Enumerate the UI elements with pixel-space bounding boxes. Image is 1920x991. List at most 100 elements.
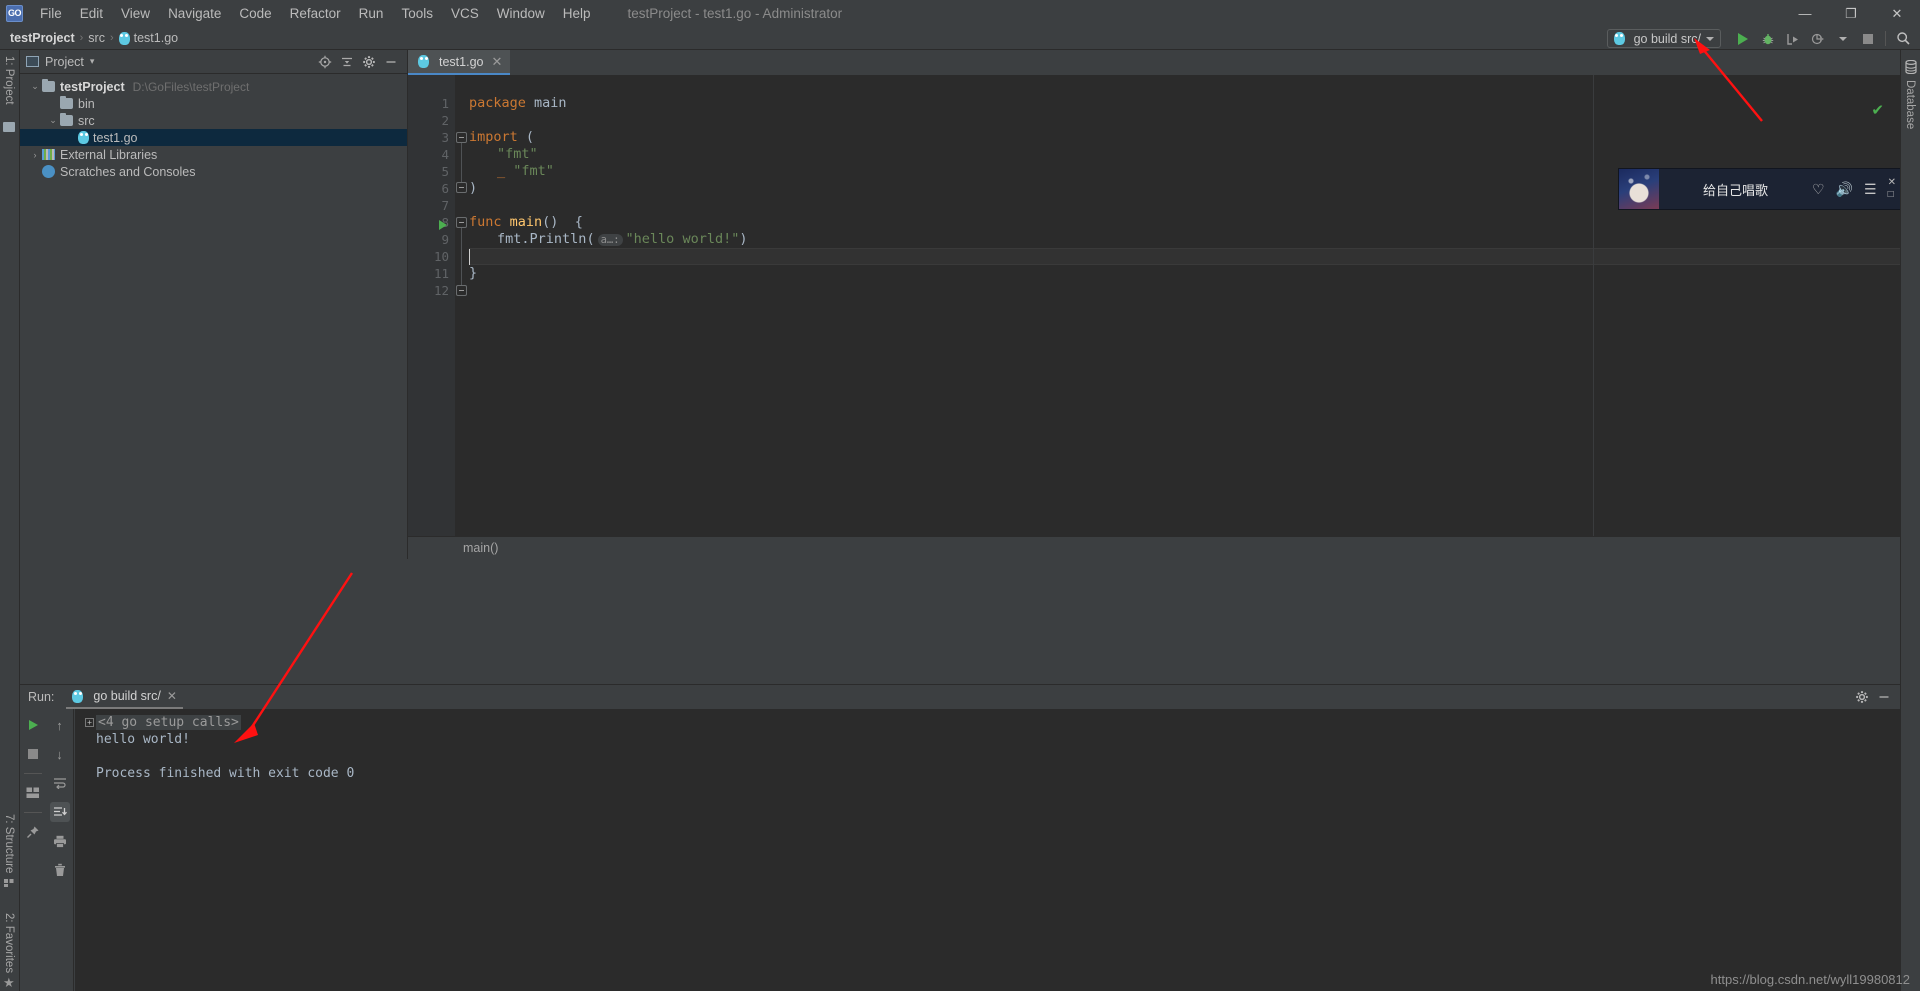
run-settings-gear-icon[interactable] [1852, 687, 1872, 707]
menu-help[interactable]: Help [554, 2, 600, 25]
menu-view[interactable]: View [112, 2, 159, 25]
down-arrow-icon: ↓ [56, 747, 63, 762]
text-caret [469, 249, 470, 265]
window-title: testProject - test1.go - Administrator [628, 6, 843, 21]
menu-code[interactable]: Code [230, 2, 280, 25]
down-arrow-button[interactable]: ↓ [50, 744, 70, 764]
layout-icon [26, 787, 40, 799]
sidebar-tab-project[interactable]: 1: Project [3, 56, 15, 105]
console-line-folded[interactable]: +<4 go setup calls> [85, 715, 1900, 732]
sidebar-tab-database[interactable]: Database [1904, 80, 1916, 129]
fold-import-end-icon[interactable] [456, 182, 467, 193]
locate-file-icon[interactable] [315, 52, 335, 72]
up-arrow-button[interactable]: ↑ [50, 715, 70, 735]
heart-icon[interactable]: ♡ [1812, 181, 1825, 198]
profile-dropdown-button[interactable] [1832, 28, 1854, 50]
fold-func-end-icon[interactable] [456, 285, 467, 296]
breadcrumb-project[interactable]: testProject [10, 31, 75, 45]
fold-import-icon[interactable] [456, 132, 467, 143]
breadcrumb-file[interactable]: test1.go [134, 31, 178, 45]
run-panel-console-toolbar: ↑ ↓ [46, 709, 74, 991]
chevron-down-icon[interactable]: ⌄ [28, 81, 42, 92]
editor-fold-column[interactable] [455, 75, 469, 559]
maximize-button[interactable]: ❐ [1828, 0, 1874, 27]
debug-button[interactable] [1757, 28, 1779, 50]
soft-wrap-button[interactable] [50, 773, 70, 793]
run-button[interactable] [1732, 28, 1754, 50]
run-console-output[interactable]: +<4 go setup calls> hello world! Process… [75, 709, 1900, 991]
close-tab-icon[interactable]: ✕ [491, 54, 502, 70]
menu-refactor[interactable]: Refactor [281, 2, 350, 25]
volume-icon[interactable]: 🔊 [1836, 181, 1853, 198]
minimize-button[interactable]: — [1782, 0, 1828, 27]
search-everywhere-button[interactable] [1892, 28, 1914, 50]
clear-all-button[interactable] [50, 860, 70, 880]
search-icon [1896, 31, 1911, 46]
editor-breadcrumb-main[interactable]: main() [463, 541, 498, 555]
sidebar-tab-structure[interactable]: 7: Structure [3, 814, 15, 873]
menu-tools[interactable]: Tools [392, 2, 442, 25]
menu-file-label: File [40, 6, 62, 21]
menu-edit[interactable]: Edit [71, 2, 112, 25]
menu-window[interactable]: Window [488, 2, 554, 25]
menu-file[interactable]: File [31, 2, 71, 25]
tree-item-testProject[interactable]: ⌄ testProject D:\GoFiles\testProject [20, 78, 407, 95]
tree-item-external-libraries[interactable]: › External Libraries [20, 146, 407, 163]
run-with-coverage-button[interactable] [1782, 28, 1804, 50]
stop-button[interactable] [23, 744, 43, 764]
menu-run[interactable]: Run [350, 2, 393, 25]
rerun-button[interactable] [23, 715, 43, 735]
bug-icon [1761, 32, 1775, 46]
scroll-to-end-button[interactable] [50, 802, 70, 822]
editor-body[interactable]: 1 2 3 4 5 6 7 8 9 10 11 12 [408, 75, 1900, 559]
project-view-chevron-down-icon[interactable]: ▾ [90, 56, 95, 67]
tree-item-label: test1.go [93, 131, 137, 145]
breadcrumb-folder-src[interactable]: src [88, 31, 105, 45]
menu-refactor-label: Refactor [290, 6, 341, 21]
tree-item-src[interactable]: ⌄ src [20, 112, 407, 129]
hide-run-panel-icon[interactable] [1874, 687, 1894, 707]
settings-gear-icon[interactable] [359, 52, 379, 72]
run-configuration-selector[interactable]: go build src/ [1607, 29, 1721, 48]
playlist-icon[interactable]: ☰ [1864, 181, 1877, 198]
run-line-marker-icon[interactable] [439, 220, 447, 230]
expand-fold-icon[interactable]: + [85, 718, 94, 727]
pin-tab-button[interactable] [23, 822, 43, 842]
player-close-icon[interactable]: ✕ [1888, 179, 1896, 187]
up-arrow-icon: ↑ [56, 718, 63, 733]
sidebar-tab-structure-label: 7: Structure [3, 814, 15, 873]
editor-tab-test1-go[interactable]: test1.go ✕ [408, 50, 510, 75]
music-player-widget[interactable]: 给自己唱歌 ♡ 🔊 ☰ ✕ □ [1618, 168, 1903, 210]
menu-vcs[interactable]: VCS [442, 2, 488, 25]
tree-item-path: D:\GoFiles\testProject [133, 80, 250, 94]
profile-button[interactable] [1807, 28, 1829, 50]
sidebar-tab-favorites[interactable]: 2: Favorites [3, 913, 15, 973]
print-button[interactable] [50, 831, 70, 851]
collapse-all-icon[interactable] [337, 52, 357, 72]
player-minimize-icon[interactable]: □ [1888, 191, 1896, 199]
tree-item-bin[interactable]: bin [20, 95, 407, 112]
tree-item-test1-go[interactable]: test1.go [20, 129, 407, 146]
layout-button[interactable] [23, 783, 43, 803]
close-run-tab-icon[interactable]: ✕ [167, 689, 177, 703]
star-icon: ★ [3, 975, 15, 991]
close-button[interactable]: ✕ [1874, 0, 1920, 27]
tree-item-scratches[interactable]: Scratches and Consoles [20, 163, 407, 180]
project-view-icon [26, 56, 39, 67]
inspection-status-ok-icon[interactable]: ✔ [1871, 101, 1884, 119]
run-tab-go-build[interactable]: go build src/ ✕ [66, 685, 182, 709]
menu-edit-label: Edit [80, 6, 103, 21]
editor-gutter[interactable]: 1 2 3 4 5 6 7 8 9 10 11 12 [408, 75, 455, 559]
menu-run-label: Run [359, 6, 384, 21]
fold-func-icon[interactable] [456, 217, 467, 228]
chevron-down-icon[interactable]: ⌄ [46, 115, 60, 126]
code-text[interactable]: package main import ( "fmt" _ "fmt" ) fu… [469, 75, 1900, 559]
menu-help-label: Help [563, 6, 591, 21]
stop-button[interactable] [1857, 28, 1879, 50]
menu-navigate[interactable]: Navigate [159, 2, 230, 25]
go-file-icon [78, 131, 89, 144]
folder-icon [60, 98, 73, 109]
hide-project-panel-icon[interactable] [381, 52, 401, 72]
chevron-right-icon[interactable]: › [28, 150, 42, 160]
line-number: 6 [441, 181, 449, 196]
